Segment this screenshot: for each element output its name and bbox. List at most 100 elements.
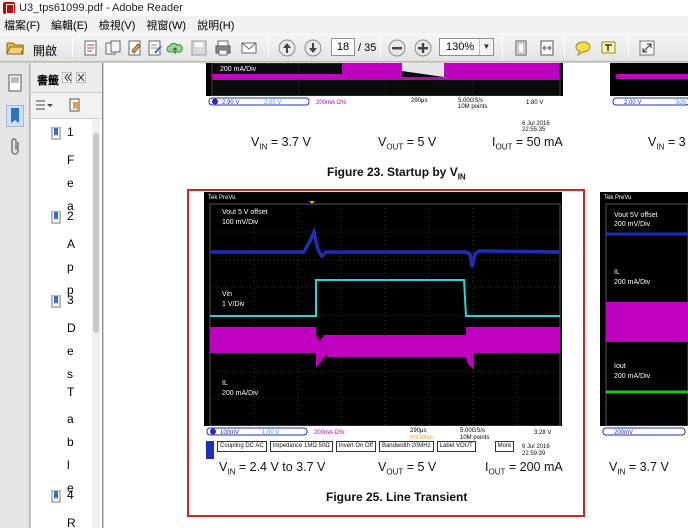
fig25-ch1-scale: 100 mV/Div (222, 219, 259, 226)
bookmark-label-char[interactable]: a (67, 412, 74, 426)
bookmark-label-char[interactable]: R (67, 516, 76, 528)
bookmark-label-char[interactable]: T (67, 385, 74, 399)
fig25-timebase: 290μs (410, 428, 426, 434)
title-bar: U3_tps61099.pdf - Adobe Reader (0, 0, 688, 16)
menu-edit[interactable]: 編輯(E) (51, 17, 88, 33)
fig23-scope-screenshot: 200 mA/Div 2.90 V 2.00 V 200mA Ω% 290μs … (206, 63, 563, 110)
menu-bar: 檔案(F) 編輯(E) 檢視(V) 視窗(W) 說明(H) (0, 16, 688, 33)
fig25-samplerate: 5.00GS/s (460, 428, 485, 434)
chevron-down-icon[interactable]: ▼ (479, 39, 493, 55)
fig25-coupling-button: Coupling DC AC (217, 441, 267, 452)
bookmarks-header: 書籤 (31, 63, 102, 93)
fit-width-icon[interactable] (538, 39, 556, 57)
menu-window[interactable]: 視窗(W) (146, 17, 186, 33)
bookmark-icon[interactable] (51, 490, 62, 503)
fig23-timestamp: 6 Jul 2016 22:55:35 (522, 121, 550, 133)
highlight-text-icon[interactable] (600, 39, 618, 57)
right-top-ch2-scale: 500 (676, 100, 687, 106)
page-number-input[interactable]: 18 (331, 38, 355, 56)
menu-file[interactable]: 檔案(F) (4, 17, 40, 33)
fig25-waveform: Tek PreVu Vout 5 V offset 100 mV/Div Vin… (204, 192, 562, 441)
bookmark-label-char[interactable]: s (67, 367, 73, 381)
zoom-select[interactable]: 130% ▼ (439, 38, 494, 56)
save-icon[interactable] (190, 39, 208, 57)
edit-document-icon[interactable] (146, 39, 164, 57)
bookmark-label-char[interactable]: D (67, 321, 76, 335)
expand-bookmark-icon[interactable] (67, 98, 83, 114)
right-top-ch1-scale: 2.00 V (624, 100, 641, 106)
bookmark-icon[interactable] (51, 295, 62, 308)
fig23-iout-caption: IOUT = 50 mA (492, 135, 563, 152)
right-bottom-ch1-label: Vout 5V offset (614, 212, 658, 219)
bookmark-label-char[interactable]: F (67, 153, 74, 167)
fit-page-icon[interactable] (512, 39, 530, 57)
navigation-pane-icons (0, 63, 30, 528)
print-icon[interactable] (214, 39, 232, 57)
bookmark-label-char[interactable]: e (67, 176, 74, 190)
fig25-tek-label: Tek PreVu (208, 195, 235, 201)
bookmark-number[interactable]: 3 (67, 293, 74, 307)
comment-bubble-icon[interactable] (574, 39, 592, 57)
fig25-label-button: Label VOUT (436, 441, 476, 452)
previous-page-icon[interactable] (278, 39, 296, 57)
scrollbar-thumb[interactable] (93, 133, 99, 333)
upload-cloud-icon[interactable] (166, 39, 184, 57)
fig25-ch2-status: 1.00 V (262, 430, 279, 436)
fig25-bandwidth-button: Bandwidth 20MHz (378, 441, 434, 452)
bookmark-number[interactable]: 4 (67, 488, 74, 502)
email-icon[interactable] (240, 39, 258, 57)
options-menu-icon[interactable] (35, 99, 53, 113)
close-panel-icon[interactable] (76, 72, 86, 83)
bookmark-label-char[interactable]: b (67, 435, 74, 449)
right-bottom-ch1-status: 200mV (614, 430, 633, 436)
right-bottom-ch2-scale: 200 mA/Div (614, 279, 651, 286)
fig25-ch2-label: Vin (222, 291, 232, 298)
attachment-paperclip-icon[interactable] (6, 137, 24, 157)
next-page-icon[interactable] (304, 39, 322, 57)
page-thumbnails-icon[interactable] (6, 73, 24, 93)
menu-view[interactable]: 檢視(V) (99, 17, 136, 33)
menu-help[interactable]: 說明(H) (197, 17, 234, 33)
toolbar-separator (380, 38, 381, 57)
document-view[interactable]: 200 mA/Div 2.90 V 2.00 V 200mA Ω% 290μs … (104, 63, 688, 528)
bookmarks-panel: 書籤 1Fea2App3DesTable4Re (31, 63, 103, 528)
right-bottom-ch2-label: IL (614, 269, 620, 276)
sign-document-icon[interactable] (126, 39, 144, 57)
bookmark-label-char[interactable]: e (67, 344, 74, 358)
bookmark-icon[interactable] (51, 127, 62, 140)
bookmarks-scrollbar[interactable] (92, 119, 100, 528)
fig23-points: 10M points (458, 104, 487, 110)
combine-files-icon[interactable] (104, 39, 122, 57)
right-bottom-ch3-scale: 200 mA/Div (614, 373, 651, 380)
bookmark-label-char[interactable]: p (67, 260, 74, 274)
open-folder-icon[interactable] (6, 39, 24, 57)
zoom-in-icon[interactable] (414, 39, 432, 57)
fig25-ch3-status: 200mA Ω% (314, 430, 345, 436)
fig25-ch2-scale: 1 V/Div (222, 301, 245, 308)
fig23-time: 22:55:35 (522, 127, 546, 133)
fig25-ch1-status: 100mV (220, 430, 239, 436)
create-pdf-icon[interactable] (82, 39, 100, 57)
bookmark-icon[interactable] (6, 105, 24, 127)
fig25-date: 6 Jul 2016 (522, 444, 550, 450)
collapse-panel-icon[interactable] (62, 72, 72, 83)
zoom-out-icon[interactable] (388, 39, 406, 57)
open-button[interactable]: 開啟 (33, 42, 57, 59)
adobe-reader-icon (3, 2, 15, 14)
bookmark-icon[interactable] (51, 211, 62, 224)
right-top-scope-screenshot: 2.00 V 500 (610, 63, 688, 110)
fig25-invert-button: Invert On Off (335, 441, 376, 452)
fullscreen-expand-icon[interactable] (638, 39, 656, 57)
bookmark-number[interactable]: 1 (67, 125, 74, 139)
fig25-impedance-button: Impedance 1MΩ 50Ω (269, 441, 333, 452)
bookmarks-toolbar (31, 93, 102, 119)
fig23-vin-caption: VIN = 3.7 V (251, 135, 311, 152)
right-bottom-ch1-scale: 200 mV/Div (614, 221, 651, 228)
fig23-title: Figure 23. Startup by VIN (327, 165, 466, 182)
bookmark-number[interactable]: 2 (67, 209, 74, 223)
right-bottom-scope-screenshot: Tek PreVu Vout 5V offset 200 mV/Div IL 2… (600, 192, 688, 441)
right-bottom-tek-label: Tek PreVu (604, 195, 631, 201)
bookmark-label-char[interactable]: l (67, 458, 70, 472)
bookmark-label-char[interactable]: A (67, 237, 75, 251)
zoom-value: 130% (446, 41, 475, 53)
